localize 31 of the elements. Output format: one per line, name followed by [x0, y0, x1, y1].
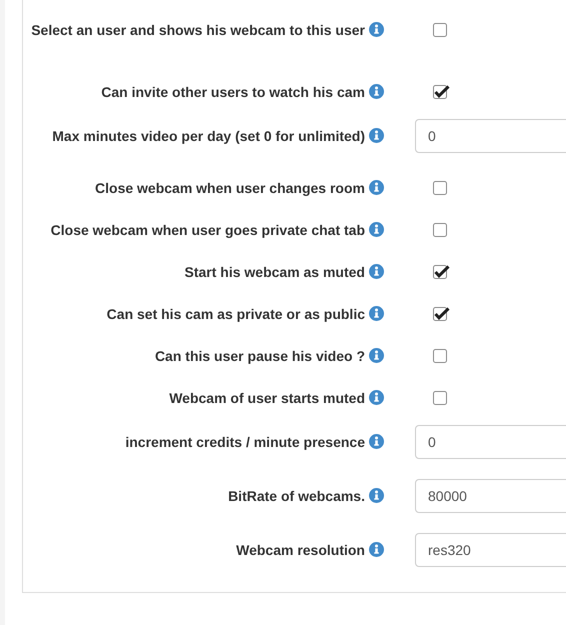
info-icon[interactable]	[369, 390, 384, 405]
input-field[interactable]: 0	[415, 425, 566, 459]
setting-label: Max minutes video per day (set 0 for unlimited)	[52, 128, 365, 144]
info-icon[interactable]	[369, 306, 384, 321]
info-icon[interactable]	[369, 222, 384, 237]
input-field[interactable]: res320	[415, 533, 566, 567]
info-icon[interactable]	[369, 128, 384, 143]
setting-label: Can this user pause his video ?	[154, 348, 365, 364]
info-icon[interactable]	[369, 180, 384, 195]
info-icon[interactable]	[369, 264, 384, 279]
info-icon[interactable]	[369, 22, 384, 37]
setting-label: Start his webcam as muted	[184, 264, 365, 280]
setting-label: Webcam of user starts muted	[169, 390, 365, 406]
checkbox[interactable]	[433, 264, 451, 280]
setting-label: Close webcam when user goes private chat tab	[50, 222, 365, 238]
info-icon[interactable]	[369, 542, 384, 557]
info-icon[interactable]	[369, 348, 384, 363]
setting-label: Webcam resolution	[236, 542, 365, 558]
checkbox[interactable]	[433, 306, 451, 322]
input-field[interactable]: 0	[415, 119, 566, 153]
setting-label: Can set his cam as private or as public	[106, 306, 365, 322]
input-field[interactable]: 80000	[415, 479, 566, 513]
info-icon[interactable]	[369, 434, 384, 449]
setting-label: increment credits / minute presence	[125, 434, 365, 450]
info-icon[interactable]	[369, 488, 384, 503]
info-icon[interactable]	[369, 84, 384, 99]
setting-label: Can invite other users to watch his cam	[101, 84, 365, 100]
checkbox[interactable]	[433, 84, 451, 100]
setting-label: BitRate of webcams.	[228, 488, 365, 504]
setting-label: Select an user and shows his webcam to this user	[31, 22, 365, 38]
setting-label: Close webcam when user changes room	[95, 180, 365, 196]
